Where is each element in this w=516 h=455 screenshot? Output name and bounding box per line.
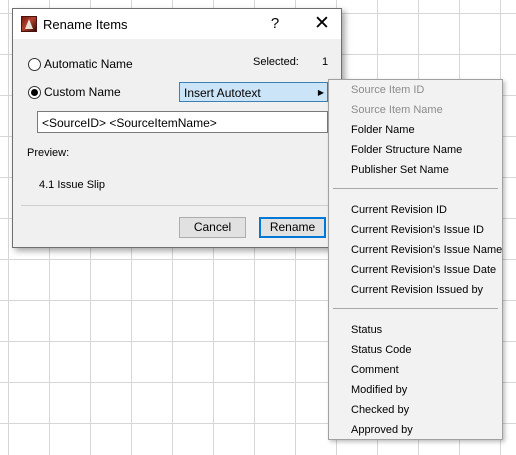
menu-item-comment[interactable]: Comment (351, 364, 399, 376)
custom-name-label: Custom Name (44, 85, 121, 99)
menu-item-status-code[interactable]: Status Code (351, 344, 412, 356)
menu-item-current-revision-id[interactable]: Current Revision ID (351, 204, 447, 216)
automatic-name-option[interactable]: Automatic Name (28, 55, 133, 73)
dialog-divider (21, 205, 335, 206)
automatic-name-radio[interactable] (28, 57, 41, 71)
rename-button[interactable]: Rename (259, 217, 326, 238)
menu-item-modified-by[interactable]: Modified by (351, 384, 407, 396)
menu-item-current-revision-issue-date[interactable]: Current Revision's Issue Date (351, 264, 496, 276)
menu-item-source-item-name: Source Item Name (351, 104, 443, 116)
dialog-title: Rename Items (43, 17, 128, 32)
custom-name-field[interactable]: <SourceID> <SourceItemName> (37, 111, 328, 133)
menu-item-current-revision-issued-by[interactable]: Current Revision Issued by (351, 284, 483, 296)
autotext-menu: Source Item ID Source Item Name Folder N… (328, 79, 503, 440)
dialog-titlebar[interactable]: Rename Items ? ✕ (13, 9, 341, 39)
menu-item-current-revision-issue-name[interactable]: Current Revision's Issue Name (351, 244, 502, 256)
menu-item-publisher-set-name[interactable]: Publisher Set Name (351, 164, 449, 176)
menu-item-current-revision-issue-id[interactable]: Current Revision's Issue ID (351, 224, 484, 236)
app-icon (21, 16, 37, 32)
selected-label: Selected: (253, 56, 299, 68)
cancel-button[interactable]: Cancel (179, 217, 246, 238)
menu-item-status[interactable]: Status (351, 324, 382, 336)
menu-item-source-item-id: Source Item ID (351, 84, 425, 96)
preview-value: 4.1 Issue Slip (39, 179, 106, 191)
menu-separator (333, 308, 498, 309)
menu-item-checked-by[interactable]: Checked by (351, 404, 409, 416)
preview-label: Preview: (27, 147, 70, 159)
rename-items-dialog: Rename Items ? ✕ Automatic Name Selected… (12, 8, 342, 248)
insert-autotext-label: Insert Autotext (184, 86, 261, 100)
insert-autotext-button[interactable]: Insert Autotext ▶ (179, 82, 328, 102)
close-button[interactable]: ✕ (307, 9, 337, 39)
custom-name-radio[interactable] (28, 85, 41, 99)
submenu-arrow-icon: ▶ (317, 88, 324, 97)
automatic-name-label: Automatic Name (44, 57, 133, 71)
menu-separator (333, 188, 498, 189)
custom-name-option[interactable]: Custom Name (28, 83, 121, 101)
selected-count: 1 (322, 56, 329, 68)
menu-item-folder-structure-name[interactable]: Folder Structure Name (351, 144, 462, 156)
menu-item-folder-name[interactable]: Folder Name (351, 124, 415, 136)
help-button[interactable]: ? (263, 9, 287, 39)
menu-item-approved-by[interactable]: Approved by (351, 424, 413, 436)
